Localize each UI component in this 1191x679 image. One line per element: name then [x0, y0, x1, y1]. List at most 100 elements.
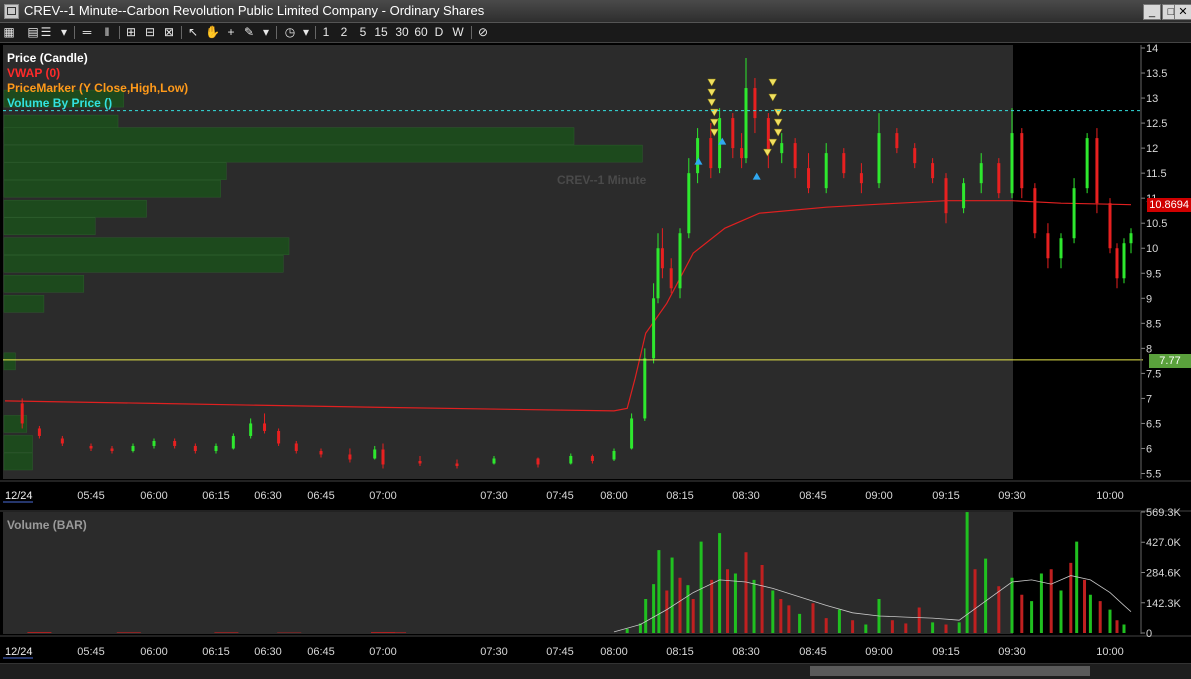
volume-axis-label: 427.0K [1146, 537, 1182, 549]
candle-body [1109, 203, 1112, 248]
candle-body [679, 233, 682, 288]
volume-bar [214, 632, 238, 633]
candle-body [1073, 188, 1076, 238]
candle-body [493, 458, 496, 463]
volume-axis-label: 0 [1146, 628, 1152, 640]
candle [277, 428, 280, 446]
clock-icon[interactable]: ◷ [283, 24, 297, 41]
horizontal-split-icon[interactable]: ═ [80, 24, 94, 41]
legend-pricemarker[interactable]: PriceMarker (Y Close,High,Low) [7, 81, 188, 96]
price-time-axis-label: 07:00 [369, 490, 397, 502]
volume-bar [1050, 569, 1053, 633]
volume-bar [1030, 601, 1033, 633]
timeframe-2[interactable]: 2 [338, 24, 350, 41]
timeframe-1[interactable]: 1 [320, 24, 332, 41]
list-icon[interactable]: ☰ [40, 24, 52, 41]
timeframe-dropdown-icon[interactable]: ▾ [300, 24, 312, 41]
candle-body [842, 153, 845, 173]
timeframe-5[interactable]: 5 [357, 24, 369, 41]
candle-body [320, 451, 323, 455]
volume-by-price-bar [4, 238, 289, 255]
volume-time-axis-label: 08:00 [600, 646, 628, 658]
volume-bar [1083, 580, 1086, 633]
volume-pane-title[interactable]: Volume (BAR) [7, 518, 87, 532]
candle-body [780, 143, 783, 153]
volume-bar [851, 620, 854, 633]
cancel-icon[interactable]: ⊘ [476, 24, 490, 41]
price-axis-label: 6.5 [1146, 418, 1161, 430]
zoom-out-icon[interactable]: ⊟ [143, 24, 157, 41]
timeframe-daily[interactable]: D [433, 24, 445, 41]
dropdown-arrow-icon[interactable]: ▾ [58, 24, 70, 41]
price-axis-label: 10 [1146, 243, 1158, 255]
volume-time-axis-label: 06:45 [307, 646, 335, 658]
volume-bar [1109, 610, 1112, 633]
candle-body [132, 446, 135, 451]
price-chart[interactable]: 1413.51312.51211.51110.5109.598.587.576.… [0, 43, 1191, 678]
legend-price[interactable]: Price (Candle) [7, 51, 188, 66]
volume-bar [1116, 620, 1119, 633]
price-time-axis-label: 07:45 [546, 490, 574, 502]
candle-body [1116, 248, 1119, 278]
zoom-in-icon[interactable]: ⊞ [124, 24, 138, 41]
candle-body [90, 446, 93, 449]
volume-time-axis-label: 08:15 [666, 646, 694, 658]
pointer-tool-icon[interactable]: ↖ [186, 24, 200, 41]
volume-time-axis-label: 06:30 [254, 646, 282, 658]
candle-body [753, 88, 756, 118]
timeframe-60[interactable]: 60 [413, 24, 429, 41]
candle-body [696, 138, 699, 173]
vertical-split-icon[interactable]: ‖ [100, 24, 114, 41]
candle-body [1060, 238, 1063, 258]
price-axis-label: 7 [1146, 393, 1152, 405]
candle-body [591, 456, 594, 461]
candle-body [1020, 133, 1023, 188]
window-title: CREV--1 Minute--Carbon Revolution Public… [24, 3, 484, 18]
draw-dropdown-icon[interactable]: ▾ [260, 24, 272, 41]
horizontal-scrollbar[interactable] [0, 663, 1191, 679]
legend-volume-by-price[interactable]: Volume By Price () [7, 96, 188, 111]
volume-bar [117, 632, 141, 633]
volume-bar [1069, 563, 1072, 633]
candle [1123, 238, 1126, 283]
chart-settings-icon[interactable]: ▦ [2, 24, 16, 41]
crosshair-tool-icon[interactable]: + [224, 24, 238, 41]
minimize-button[interactable]: _ [1143, 4, 1161, 20]
price-time-axis-label: 06:15 [202, 490, 230, 502]
volume-by-price-bar [4, 295, 44, 312]
chart-menu-icon[interactable]: ▤ [27, 24, 39, 41]
timeframe-30[interactable]: 30 [394, 24, 410, 41]
scrollbar-thumb[interactable] [810, 666, 1090, 676]
candle-body [745, 88, 748, 158]
price-time-axis-label: 06:00 [140, 490, 168, 502]
close-button[interactable]: ✕ [1174, 4, 1191, 20]
candle-body [382, 449, 385, 464]
volume-time-axis-label: 07:45 [546, 646, 574, 658]
candle-body [348, 454, 351, 459]
volume-by-price-bar [4, 200, 147, 217]
candle-body [767, 118, 770, 153]
price-axis-label: 13.5 [1146, 68, 1167, 80]
volume-time-axis-label: 06:00 [140, 646, 168, 658]
volume-axis-label: 142.3K [1146, 598, 1182, 610]
volume-time-axis-label: 09:30 [998, 646, 1026, 658]
price-axis-label: 6 [1146, 443, 1152, 455]
volume-bar [958, 622, 961, 633]
pan-tool-icon[interactable]: ✋ [205, 24, 219, 41]
volume-bar [726, 569, 729, 633]
legend-vwap[interactable]: VWAP (0) [7, 66, 188, 81]
timeframe-weekly[interactable]: W [451, 24, 465, 41]
draw-tool-icon[interactable]: ✎ [242, 24, 256, 41]
volume-bar [771, 590, 774, 633]
candle-body [1011, 133, 1014, 193]
volume-bar [1011, 578, 1014, 633]
volume-bar [692, 599, 695, 633]
zoom-reset-icon[interactable]: ⊠ [162, 24, 176, 41]
volume-bar [665, 590, 668, 633]
price-time-axis-date-label: 12/24 [5, 490, 33, 502]
volume-bar [864, 624, 867, 633]
chart-watermark: CREV--1 Minute [557, 173, 646, 187]
volume-bar [787, 605, 790, 633]
timeframe-15[interactable]: 15 [373, 24, 389, 41]
volume-bar [904, 623, 907, 633]
